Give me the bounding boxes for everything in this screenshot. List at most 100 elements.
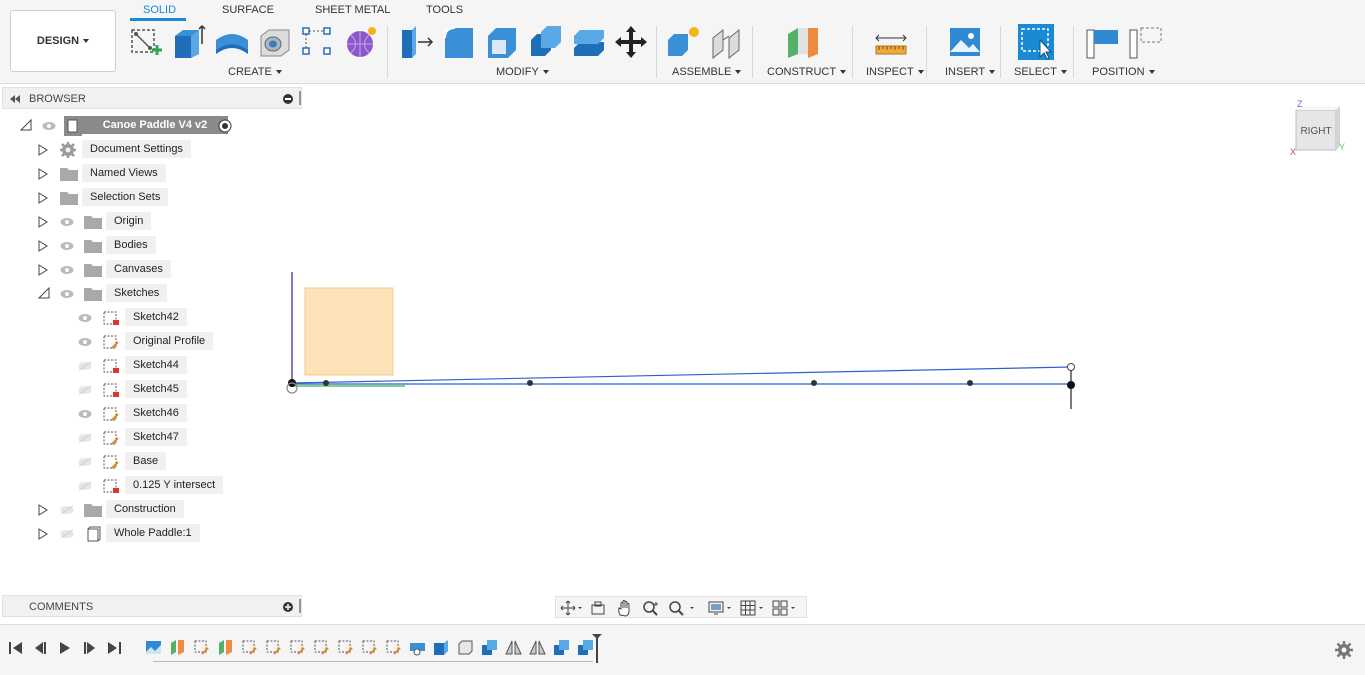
sketch-point[interactable] <box>323 380 329 386</box>
display-settings-icon[interactable] <box>708 600 734 616</box>
panel-grip[interactable] <box>299 599 301 613</box>
combine-icon[interactable] <box>527 24 563 60</box>
tab-sheet-metal[interactable]: SHEET METAL <box>315 4 390 16</box>
timeline-mirror-icon[interactable] <box>529 639 546 656</box>
timeline-sketch-icon[interactable] <box>241 639 258 656</box>
expanded-triangle-icon[interactable] <box>38 287 50 299</box>
eye-icon[interactable] <box>60 289 74 299</box>
eye-hidden-icon[interactable] <box>78 457 92 467</box>
sketch-point[interactable] <box>967 380 973 386</box>
move-copy-icon[interactable] <box>613 24 649 60</box>
panel-grip[interactable] <box>299 91 301 105</box>
timeline-sketch-icon[interactable] <box>361 639 378 656</box>
zoom-icon[interactable] <box>642 600 660 616</box>
canvas-viewport[interactable] <box>0 84 1365 624</box>
inspect-menu[interactable]: INSPECT <box>866 66 924 78</box>
expand-triangle-icon[interactable] <box>38 216 48 228</box>
comments-panel-header[interactable]: COMMENTS <box>2 595 302 617</box>
insert-image-icon[interactable] <box>947 24 983 60</box>
viewports-icon[interactable] <box>772 600 798 616</box>
expand-triangle-icon[interactable] <box>38 168 48 180</box>
step-forward-icon[interactable] <box>82 641 98 655</box>
activate-radio-icon[interactable] <box>218 119 232 133</box>
minimize-icon[interactable] <box>283 94 293 104</box>
timeline-sketch-icon[interactable] <box>193 639 210 656</box>
expand-triangle-icon[interactable] <box>38 504 48 516</box>
go-to-end-icon[interactable] <box>107 641 123 655</box>
eye-icon[interactable] <box>42 121 56 131</box>
select-tool-icon[interactable] <box>1018 24 1054 60</box>
eye-icon[interactable] <box>78 409 92 419</box>
play-icon[interactable] <box>58 641 72 655</box>
eye-icon[interactable] <box>60 217 74 227</box>
insert-menu[interactable]: INSERT <box>945 66 996 78</box>
eye-hidden-icon[interactable] <box>78 385 92 395</box>
eye-hidden-icon[interactable] <box>60 505 74 515</box>
root-component-label[interactable]: Canoe Paddle V4 v2 <box>82 116 228 134</box>
tab-tools[interactable]: TOOLS <box>426 4 463 16</box>
timeline-marker-icon[interactable] <box>591 633 603 663</box>
new-component-icon[interactable] <box>666 24 702 60</box>
timeline-sketch-icon[interactable] <box>385 639 402 656</box>
timeline-extrude-icon[interactable] <box>433 639 450 656</box>
joint-icon[interactable] <box>709 24 745 60</box>
position-menu[interactable]: POSITION <box>1092 66 1155 78</box>
pan-hand-icon[interactable] <box>616 599 632 617</box>
sketch-point[interactable] <box>1067 381 1075 389</box>
timeline-combine-icon[interactable] <box>481 639 498 656</box>
construct-menu[interactable]: CONSTRUCT <box>767 66 847 78</box>
timeline-revolve-icon[interactable] <box>409 639 426 656</box>
tab-surface[interactable]: SURFACE <box>222 4 274 16</box>
expand-triangle-icon[interactable] <box>38 144 48 156</box>
offset-plane-icon[interactable] <box>784 24 820 60</box>
eye-hidden-icon[interactable] <box>78 433 92 443</box>
press-pull-icon[interactable] <box>398 24 434 60</box>
timeline-mirror-icon[interactable] <box>505 639 522 656</box>
add-comment-icon[interactable] <box>283 602 293 612</box>
expand-triangle-icon[interactable] <box>38 264 48 276</box>
eye-hidden-icon[interactable] <box>60 529 74 539</box>
collapse-panel-icon[interactable] <box>9 94 21 104</box>
sketch-point[interactable] <box>1067 363 1075 371</box>
expand-triangle-icon[interactable] <box>38 528 48 540</box>
sketch-point[interactable] <box>527 380 533 386</box>
modify-menu[interactable]: MODIFY <box>496 66 549 78</box>
hole-icon[interactable] <box>257 24 293 60</box>
offset-face-icon[interactable] <box>570 24 606 60</box>
expand-triangle-icon[interactable] <box>38 240 48 252</box>
extrude-icon[interactable] <box>171 24 207 60</box>
timeline-canvas-icon[interactable] <box>145 639 162 656</box>
create-menu[interactable]: CREATE <box>228 66 282 78</box>
timeline-sketch-icon[interactable] <box>265 639 282 656</box>
timeline-combine-icon[interactable] <box>553 639 570 656</box>
tab-solid[interactable]: SOLID <box>143 4 176 16</box>
fillet-icon[interactable] <box>441 24 477 60</box>
workspace-switcher[interactable]: DESIGN <box>10 10 116 72</box>
expand-triangle-icon[interactable] <box>38 192 48 204</box>
timeline-plane-icon[interactable] <box>169 639 186 656</box>
select-menu[interactable]: SELECT <box>1014 66 1067 78</box>
canvas-image[interactable] <box>304 287 394 376</box>
eye-icon[interactable] <box>78 337 92 347</box>
create-sketch-icon[interactable] <box>128 24 164 60</box>
expanded-triangle-icon[interactable] <box>20 119 32 131</box>
create-form-icon[interactable] <box>343 24 379 60</box>
eye-icon[interactable] <box>60 265 74 275</box>
timeline-sketch-icon[interactable] <box>337 639 354 656</box>
view-cube[interactable]: RIGHT Z Y X <box>1288 98 1348 158</box>
shell-icon[interactable] <box>484 24 520 60</box>
fit-icon[interactable] <box>668 600 696 616</box>
capture-position-icon[interactable] <box>1084 24 1120 60</box>
browser-header[interactable]: BROWSER <box>2 87 302 109</box>
gear-icon[interactable] <box>1335 641 1353 659</box>
revolve-icon[interactable] <box>214 24 250 60</box>
eye-icon[interactable] <box>60 241 74 251</box>
revert-position-icon[interactable] <box>1127 24 1163 60</box>
grid-settings-icon[interactable] <box>740 600 766 616</box>
step-back-icon[interactable] <box>33 641 49 655</box>
pattern-icon[interactable] <box>300 24 336 60</box>
sketch-point[interactable] <box>811 380 817 386</box>
look-at-icon[interactable] <box>590 600 606 616</box>
timeline-sketch-icon[interactable] <box>313 639 330 656</box>
timeline-sketch-icon[interactable] <box>289 639 306 656</box>
